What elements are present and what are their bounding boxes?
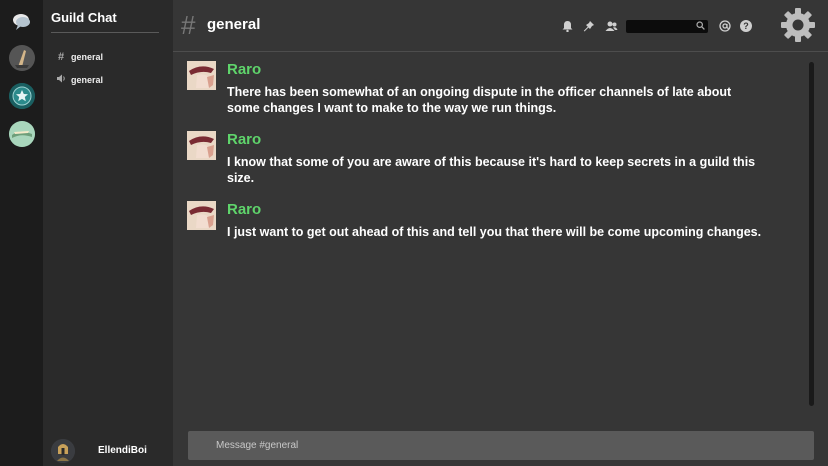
- message-scrollbar[interactable]: [809, 62, 814, 406]
- search-icon: [696, 21, 706, 32]
- message-text: I just want to get out ahead of this and…: [227, 225, 762, 239]
- server-guild-1-icon[interactable]: [9, 45, 35, 71]
- pin-icon[interactable]: [582, 19, 596, 33]
- author-avatar[interactable]: [187, 201, 216, 230]
- server-guild-2-icon[interactable]: [9, 83, 35, 109]
- speaker-icon: [55, 74, 67, 86]
- server-rail: [0, 0, 43, 466]
- user-avatar[interactable]: [51, 439, 75, 463]
- channel-title: general: [207, 16, 261, 33]
- message-author[interactable]: Raro: [227, 61, 261, 78]
- channel-item-voice-general[interactable]: general: [55, 72, 103, 88]
- author-avatar[interactable]: [187, 131, 216, 160]
- settings-gear-icon[interactable]: [779, 6, 817, 44]
- svg-text:?: ?: [743, 21, 749, 31]
- guild-title: Guild Chat: [51, 10, 117, 25]
- channel-header: # general ?: [173, 0, 828, 52]
- message-text: There has been somewhat of an ongoing di…: [227, 85, 732, 115]
- hash-icon: #: [181, 10, 196, 40]
- server-guild-3-icon[interactable]: [9, 121, 35, 147]
- channel-label: general: [71, 52, 104, 62]
- author-avatar[interactable]: [187, 61, 216, 90]
- channel-label: general: [71, 75, 104, 85]
- user-name: EllendiBoi: [98, 445, 147, 456]
- mention-icon[interactable]: [718, 19, 732, 33]
- message-input[interactable]: [188, 431, 814, 460]
- guild-divider: [51, 32, 159, 33]
- user-panel: EllendiBoi: [43, 436, 173, 466]
- channel-sidebar: Guild Chat # general general EllendiBoi: [43, 0, 173, 466]
- message-author[interactable]: Raro: [227, 201, 261, 218]
- server-direct-messages-icon[interactable]: [9, 9, 35, 35]
- message-author[interactable]: Raro: [227, 131, 261, 148]
- help-icon[interactable]: ?: [739, 19, 753, 33]
- members-icon[interactable]: [604, 19, 618, 33]
- channel-item-text-general[interactable]: # general: [55, 49, 103, 65]
- bell-icon[interactable]: [560, 19, 574, 33]
- hash-icon: #: [57, 51, 65, 63]
- message-text: I know that some of you are aware of thi…: [227, 155, 756, 185]
- message-list: Raro There has been somewhat of an ongoi…: [173, 52, 813, 422]
